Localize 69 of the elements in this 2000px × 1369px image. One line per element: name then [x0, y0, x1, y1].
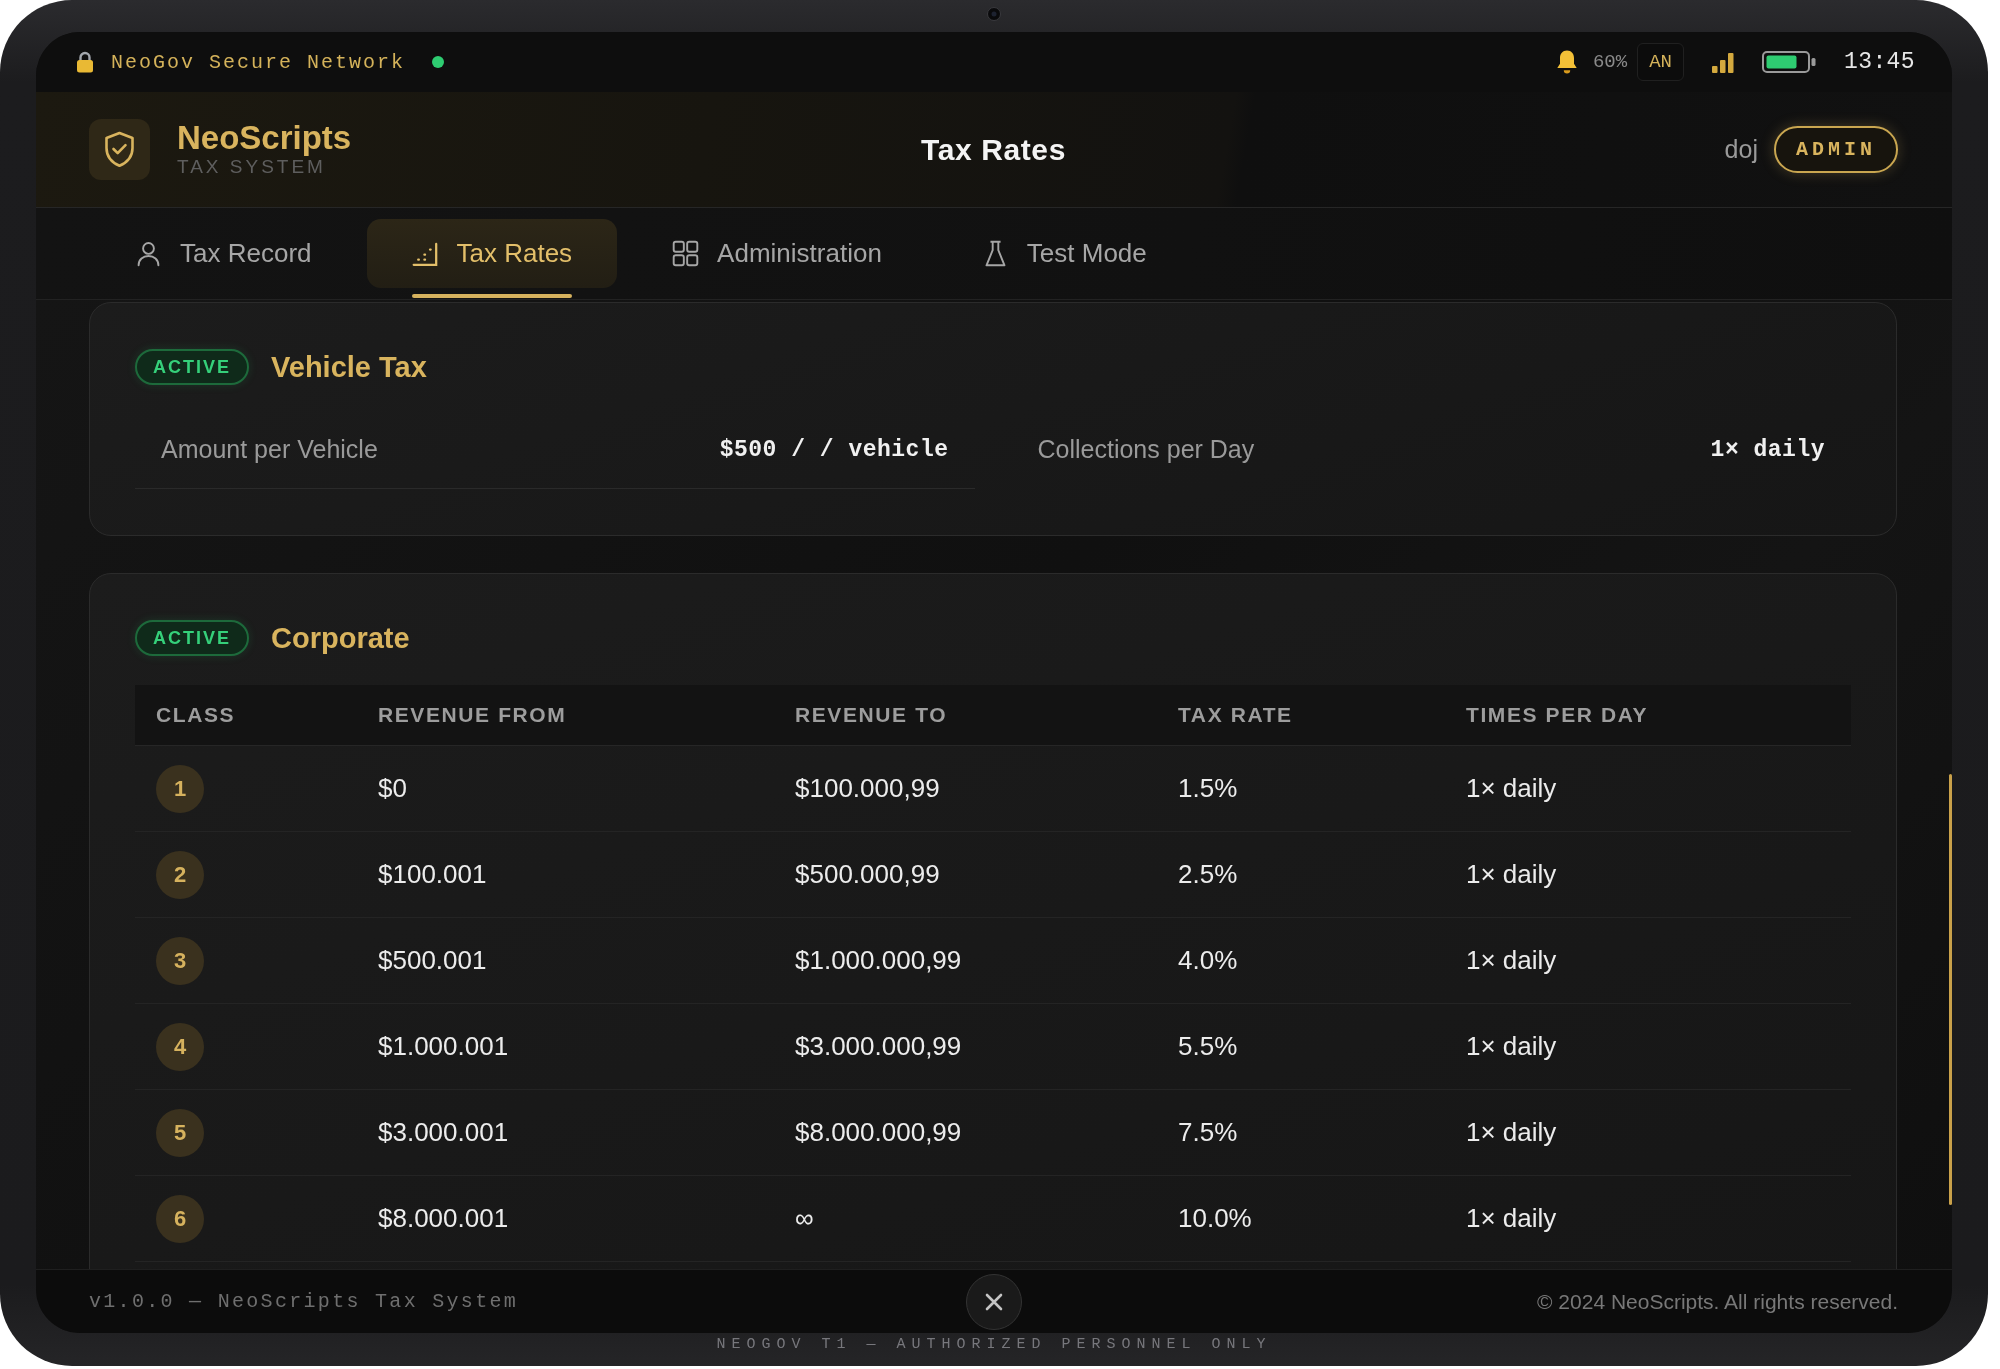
status-tag: AN [1637, 43, 1684, 81]
table-cell-text: $1.000.001 [377, 1031, 510, 1062]
class-number: 2 [156, 850, 204, 899]
column-header: REVENUE TO [794, 703, 949, 727]
column-header: CLASS [155, 703, 237, 727]
shield-check-icon [89, 119, 150, 180]
class-number: 1 [156, 764, 204, 813]
nav-tab[interactable]: Tax Rates [366, 219, 618, 288]
table-cell-text: $3.000.001 [377, 1117, 510, 1148]
class-number: 4 [156, 1022, 204, 1071]
class-number: 5 [156, 1108, 204, 1157]
table-cell-text: 5.5% [1177, 1031, 1239, 1062]
brand-name: NeoScripts [177, 119, 352, 157]
table-cell-text: $100.001 [377, 859, 488, 890]
network-name: NeoGov Secure Network [111, 50, 406, 74]
copyright-text: © 2024 NeoScripts. All rights reserved. [1537, 1289, 1898, 1314]
table-cell-text: ∞ [794, 1203, 815, 1234]
brand-subtitle: TAX SYSTEM [177, 156, 327, 180]
scrollbar-thumb[interactable] [1949, 774, 1952, 1205]
page-title: Tax Rates [921, 132, 1066, 167]
table-cell-text: $1.000.000,99 [794, 945, 963, 976]
version-text: v1.0.0 — NeoScripts Tax System [89, 1290, 520, 1313]
class-number: 3 [156, 936, 204, 985]
percent-reading: 60% [1592, 51, 1628, 73]
grid-icon [672, 240, 700, 267]
field-value: 1× daily [1710, 436, 1825, 463]
column-header: REVENUE FROM [377, 703, 568, 727]
role-pill: ADMIN [1774, 126, 1898, 173]
card-title: Vehicle Tax [271, 350, 427, 384]
table-cell-text: 1× daily [1465, 1117, 1558, 1148]
table-cell-text: 4.0% [1177, 945, 1239, 976]
table-cell-text: $8.000.000,99 [794, 1117, 963, 1148]
nav-tab[interactable]: Tax Record [90, 219, 357, 288]
nav-tab[interactable]: Test Mode [936, 219, 1192, 288]
close-icon [984, 1292, 1003, 1311]
class-number: 6 [156, 1194, 204, 1243]
card-title: Corporate [271, 621, 410, 655]
battery-icon [1762, 51, 1816, 73]
table-cell-text: 1× daily [1465, 1031, 1558, 1062]
field-label: Collections per Day [1037, 435, 1255, 464]
table-cell-text: $500.000,99 [794, 859, 941, 890]
lock-icon [76, 51, 94, 73]
table-cell-text: 1× daily [1465, 945, 1558, 976]
table-cell-text: $3.000.000,99 [794, 1031, 963, 1062]
field-label: Amount per Vehicle [161, 435, 378, 464]
column-header: TAX RATE [1177, 703, 1294, 727]
username: doj [1724, 135, 1758, 164]
table-cell-text: $8.000.001 [377, 1203, 510, 1234]
table-cell-text: 1× daily [1465, 773, 1558, 804]
step-chart-icon [411, 240, 439, 267]
column-header: TIMES PER DAY [1465, 703, 1650, 727]
table-cell-text: 7.5% [1177, 1117, 1239, 1148]
table-cell-text: 1.5% [1177, 773, 1239, 804]
status-badge: ACTIVE [135, 620, 249, 656]
table-cell-text: $500.001 [377, 945, 488, 976]
camera-lens-icon [987, 7, 1001, 21]
device-caption: NEOGOV T1 — AUTHORIZED PERSONNEL ONLY [716, 1336, 1272, 1353]
nav-tab[interactable]: Administration [627, 219, 927, 288]
signal-icon [1712, 51, 1734, 73]
table-cell-text: $100.000,99 [794, 773, 941, 804]
status-badge: ACTIVE [135, 349, 249, 385]
clock-time: 13:45 [1844, 49, 1915, 75]
table-cell-text: 1× daily [1465, 1203, 1558, 1234]
table-cell-text: $0 [377, 773, 408, 804]
field-value: $500 / / vehicle [719, 436, 949, 463]
person-icon [135, 240, 162, 267]
table-cell-text: 1× daily [1465, 859, 1558, 890]
table-cell-text: 10.0% [1177, 1203, 1253, 1234]
table-cell-text: 2.5% [1177, 859, 1239, 890]
